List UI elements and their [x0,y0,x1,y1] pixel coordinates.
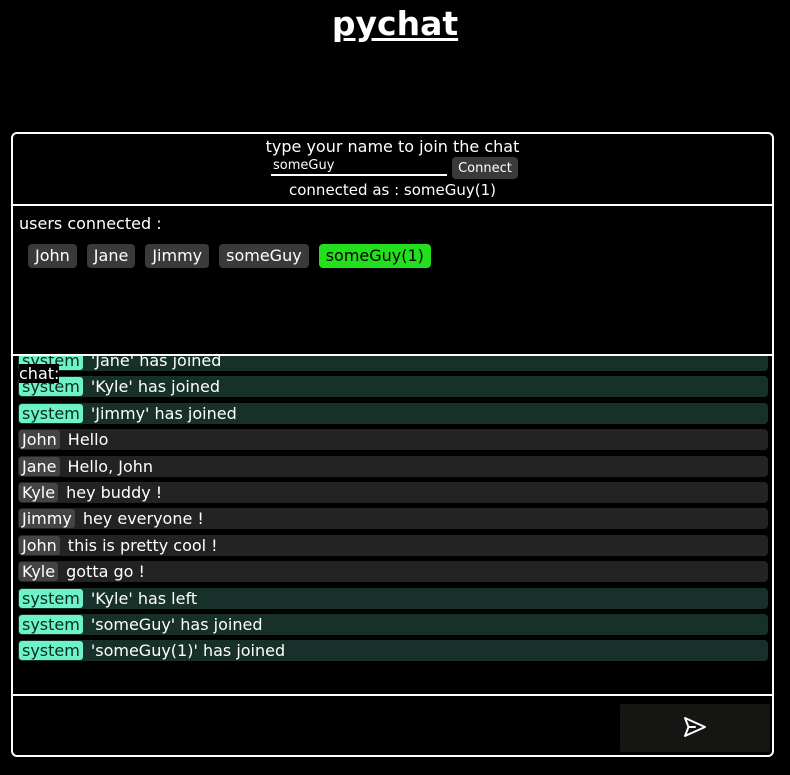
connect-button[interactable]: Connect [452,157,518,179]
message-text: 'Kyle' has left [90,588,198,608]
send-icon [682,715,708,742]
app-title: pychat [331,4,459,43]
message-sender: Kyle [19,483,59,502]
message-sender: John [19,430,60,450]
user-chip: someGuy [219,244,309,268]
chat-message: Kyle hey buddy ! [18,482,768,503]
user-chip: John [28,244,77,268]
users-label: users connected : [19,214,162,233]
chat-section[interactable]: chat: system 'Jane' has joined system 'Kyle… [13,356,772,696]
message-text: hey everyone ! [82,509,204,529]
message-sender: system [19,588,83,608]
chat-message: Jane Hello, John [18,455,768,477]
message-text: 'Jane' has joined [90,356,222,370]
chat-message: system 'Jane' has joined [18,356,768,371]
message-text: 'someGuy(1)' has joined [90,641,286,661]
message-sender: John [19,535,60,555]
user-chip: Jane [86,244,136,268]
message-text: Hello, John [67,456,154,476]
join-section: type your name to join the chat Connect … [13,134,772,206]
chat-message: John Hello [18,429,768,451]
message-text: 'someGuy' has joined [90,615,263,634]
chat-message: Kyle gotta go ! [18,561,768,583]
chat-message: system 'someGuy' has joined [18,614,768,635]
user-chip: Jimmy [145,244,210,268]
message-text: this is pretty cool ! [67,535,218,555]
message-input[interactable] [21,704,615,750]
message-sender: Kyle [19,562,59,582]
message-text: hey buddy ! [66,483,163,502]
message-sender: Jane [19,456,60,476]
message-sender: system [19,615,83,634]
message-text: 'Jimmy' has joined [90,403,237,423]
join-prompt: type your name to join the chat [265,137,520,156]
message-text: gotta go ! [66,562,145,582]
chat-message: system 'someGuy(1)' has joined [18,640,768,662]
join-row: Connect [13,156,772,179]
connection-status: connected as : someGuy(1) [289,181,496,199]
user-chip-current: someGuy(1) [318,244,431,268]
chat-message: John this is pretty cool ! [18,534,768,556]
chat-message: system 'Jimmy' has joined [18,402,768,424]
chat-message: system 'Kyle' has left [18,587,768,609]
chat-label: chat: [19,364,60,383]
send-button[interactable] [620,704,770,752]
chat-panel: type your name to join the chat Connect … [11,132,774,757]
chat-message: Jimmy hey everyone ! [18,508,768,530]
message-text: Hello [67,430,109,450]
message-sender: system [19,641,83,661]
user-list: John Jane Jimmy someGuy someGuy(1) [28,244,431,268]
send-section [13,696,772,755]
users-section: users connected : John Jane Jimmy someGuy so… [13,206,772,356]
message-text: 'Kyle' has joined [90,377,220,397]
message-sender: Jimmy [19,509,75,529]
chat-message: system 'Kyle' has joined [18,376,768,398]
message-sender: system [19,403,83,423]
name-input[interactable] [271,156,447,176]
